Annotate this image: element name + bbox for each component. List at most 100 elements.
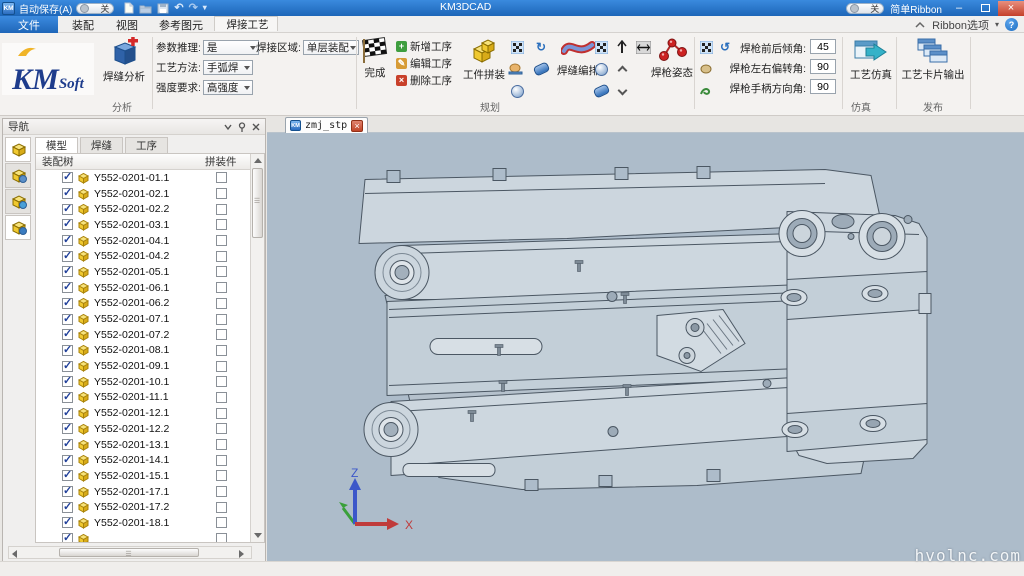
3d-viewport[interactable]: Z X (267, 133, 1024, 561)
table-row[interactable]: Y552-0201-02.1 (36, 186, 251, 202)
seam-analysis-button[interactable]: 焊缝分析 (98, 37, 150, 84)
table-row[interactable]: Y552-0201-05.1 (36, 264, 251, 280)
tab-model[interactable]: 模型 (35, 137, 78, 153)
assembly-checkbox[interactable] (216, 533, 227, 543)
table-row[interactable]: Y552-0201-06.2 (36, 296, 251, 312)
torch-yaw-input[interactable] (810, 59, 836, 74)
table-row[interactable]: Y552-0201-07.2 (36, 327, 251, 343)
torch-handle-input[interactable] (810, 79, 836, 94)
help-icon[interactable]: ? (1005, 18, 1018, 31)
table-row[interactable]: Y552-0201-04.1 (36, 233, 251, 249)
visibility-checkbox[interactable] (62, 423, 73, 434)
seam-direction-button[interactable] (613, 38, 631, 56)
assembly-checkbox[interactable] (216, 502, 227, 513)
strength-select[interactable]: 高强度 (203, 80, 253, 95)
table-row[interactable]: Y552-0201-04.2 (36, 248, 251, 264)
visibility-checkbox[interactable] (62, 266, 73, 277)
visibility-checkbox[interactable] (62, 314, 73, 325)
view-mode-part-button[interactable] (5, 137, 31, 162)
close-panel-icon[interactable] (251, 122, 261, 132)
maximize-button[interactable] (972, 1, 998, 16)
assembly-checkbox[interactable] (216, 188, 227, 199)
new-file-icon[interactable] (124, 2, 134, 14)
segment-tool-button[interactable] (532, 60, 550, 78)
visibility-checkbox[interactable] (62, 408, 73, 419)
tab-seam[interactable]: 焊缝 (80, 137, 123, 153)
visibility-checkbox[interactable] (62, 455, 73, 466)
scroll-down-icon[interactable] (254, 533, 262, 538)
assembly-checkbox[interactable] (216, 204, 227, 215)
table-row[interactable]: Y552-0201-06.1 (36, 280, 251, 296)
process-method-select[interactable]: 手弧焊 (203, 60, 253, 75)
process-simulation-button[interactable]: 工艺仿真 (846, 37, 896, 82)
visibility-checkbox[interactable] (62, 329, 73, 340)
finish-button[interactable]: 完成 (358, 37, 392, 80)
table-row[interactable]: Y552-0201-01.1 (36, 170, 251, 186)
tab-welding-process[interactable]: 焊接工艺 (214, 16, 278, 31)
visibility-checkbox[interactable] (62, 517, 73, 528)
sphere-tool-button[interactable] (592, 60, 610, 78)
assembly-checkbox[interactable] (216, 235, 227, 246)
close-button[interactable]: × (998, 1, 1024, 16)
open-folder-icon[interactable] (139, 3, 152, 14)
tab-assembly[interactable]: 装配 (62, 16, 104, 33)
assembly-checkbox[interactable] (216, 408, 227, 419)
move-down-button[interactable] (614, 82, 632, 100)
assembly-checkbox[interactable] (216, 345, 227, 356)
scroll-left-icon[interactable] (12, 550, 17, 558)
pin-icon[interactable] (237, 122, 247, 132)
autosave-toggle[interactable]: 关 (76, 3, 114, 14)
table-row[interactable]: Y552-0201-03.1 (36, 217, 251, 233)
visibility-checkbox[interactable] (62, 235, 73, 246)
assembly-checkbox[interactable] (216, 314, 227, 325)
qat-customize-icon[interactable]: ▾ (203, 3, 207, 13)
visibility-checkbox[interactable] (62, 282, 73, 293)
visibility-checkbox[interactable] (62, 251, 73, 262)
segment-tool-button[interactable] (592, 82, 610, 100)
visibility-checkbox[interactable] (62, 502, 73, 513)
mini-checkered-flag-button[interactable] (508, 38, 526, 56)
rotate-button[interactable]: ↻ (532, 38, 550, 56)
weld-region-select[interactable]: 单层装配 (303, 40, 359, 55)
ribbon-options-label[interactable]: Ribbon选项 (932, 17, 989, 33)
assembly-checkbox[interactable] (216, 266, 227, 277)
vertical-scroll-thumb[interactable]: ☰ (252, 168, 263, 238)
torch-pose-button[interactable]: 焊枪姿态 (648, 37, 696, 80)
redo-icon[interactable]: ↷ (189, 3, 198, 13)
move-up-button[interactable] (614, 60, 632, 78)
assembly-checkbox[interactable] (216, 251, 227, 262)
scroll-up-icon[interactable] (254, 158, 262, 163)
visibility-checkbox[interactable] (62, 204, 73, 215)
table-row[interactable]: Y552-0201-18.1 (36, 515, 251, 531)
app-icon[interactable]: KM (2, 2, 15, 15)
assembly-checkbox[interactable] (216, 486, 227, 497)
visibility-checkbox[interactable] (62, 172, 73, 183)
assembly-checkbox[interactable] (216, 455, 227, 466)
sphere-tool-button[interactable] (508, 82, 526, 100)
assembly-checkbox[interactable] (216, 376, 227, 387)
assembly-checkbox[interactable] (216, 470, 227, 481)
ribbon-options-dropdown-icon[interactable]: ▾ (995, 20, 999, 29)
torch-pitch-input[interactable] (810, 39, 836, 54)
view-mode-assembly-button[interactable] (5, 163, 31, 188)
tab-file[interactable]: 文件 (0, 16, 58, 33)
table-row[interactable]: Y552-0201-11.1 (36, 390, 251, 406)
table-row[interactable] (36, 531, 251, 543)
visibility-checkbox[interactable] (62, 219, 73, 230)
visibility-checkbox[interactable] (62, 470, 73, 481)
assembly-checkbox[interactable] (216, 392, 227, 403)
process-card-output-button[interactable]: 工艺卡片输出 (900, 37, 966, 82)
table-row[interactable]: Y552-0201-02.2 (36, 201, 251, 217)
table-row[interactable]: Y552-0201-17.1 (36, 484, 251, 500)
dock-options-icon[interactable] (223, 122, 233, 132)
table-row[interactable]: Y552-0201-08.1 (36, 343, 251, 359)
visibility-checkbox[interactable] (62, 486, 73, 497)
table-row[interactable]: Y552-0201-12.1 (36, 405, 251, 421)
param-inference-select[interactable]: 是 (203, 40, 259, 55)
horizontal-scroll-thumb[interactable]: ☰ (59, 548, 199, 557)
assembly-checkbox[interactable] (216, 219, 227, 230)
vertical-scrollbar[interactable]: ☰ (250, 154, 264, 542)
document-tab[interactable]: KM zmj_stp × (285, 117, 368, 133)
save-icon[interactable] (157, 3, 169, 14)
visibility-checkbox[interactable] (62, 298, 73, 309)
